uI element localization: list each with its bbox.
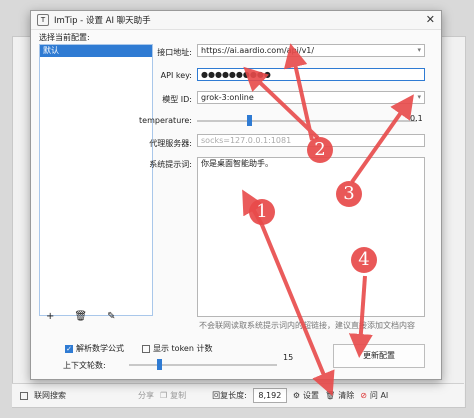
api-url-value: https://ai.aardio.com/api/v1/ — [201, 46, 315, 55]
show-tokens-checkbox[interactable] — [142, 344, 150, 353]
trash-icon[interactable]: 🗑 — [74, 311, 87, 322]
context-rounds-slider-thumb[interactable] — [157, 359, 162, 370]
share-label: 分享 — [138, 391, 154, 400]
system-prompt-textarea[interactable]: 你是桌面智能助手。 — [197, 157, 425, 317]
annotation-marker-4: 4 — [351, 247, 377, 273]
ask-ai-label: 问 AI — [369, 391, 389, 400]
parse-math-checkbox[interactable]: ✓ — [65, 344, 73, 353]
list-tools: + 🗑 ✎ — [46, 311, 135, 322]
api-key-input[interactable]: ●●●●●●●●●● — [197, 68, 425, 81]
clear-button[interactable]: 🗑 清除 — [325, 390, 354, 401]
select-config-label: 选择当前配置: — [39, 33, 90, 42]
context-rounds-label: 上下文轮数: — [63, 361, 106, 370]
annotation-marker-2: 2 — [307, 137, 333, 163]
prompt-hint: 不会联网读取系统提示词内的超链接，建议直接添加文档内容 — [199, 321, 415, 330]
temperature-value: 0.1 — [410, 114, 423, 123]
annotation-marker-3: 3 — [336, 181, 362, 207]
web-search-checkbox[interactable] — [20, 391, 28, 400]
copy-icon: ❐ — [160, 391, 168, 400]
parse-math-label: 解析数学公式 — [76, 344, 124, 353]
config-list[interactable]: 默认 — [39, 44, 153, 316]
ask-ai-button[interactable]: ⊘ 问 AI — [360, 390, 388, 401]
web-search-toggle[interactable]: 联网搜索 — [20, 390, 66, 401]
context-rounds-value: 15 — [283, 353, 294, 362]
api-url-label: 接口地址: — [157, 48, 192, 57]
copy-button[interactable]: ❐ 复制 — [160, 390, 186, 401]
api-key-label: API key: — [160, 71, 192, 80]
clear-label: 清除 — [338, 391, 355, 400]
settings-button[interactable]: ⚙ 设置 — [293, 390, 319, 401]
bottom-toolbar: 联网搜索 分享 ❐ 复制 回复长度: 8,192 ⚙ 设置 🗑 清除 ⊘ 问 AI — [12, 383, 464, 407]
dialog-title: ImTip - 设置 AI 聊天助手 — [54, 16, 151, 26]
update-config-button[interactable]: 更新配置 — [333, 344, 425, 368]
close-icon[interactable]: ✕ — [426, 13, 435, 26]
gear-icon: ⚙ — [292, 391, 301, 400]
share-button[interactable]: 分享 — [138, 390, 154, 401]
trash-icon: 🗑 — [325, 391, 336, 400]
api-url-input[interactable]: https://ai.aardio.com/api/v1/ ▾ — [197, 44, 425, 57]
temperature-slider-thumb[interactable] — [247, 115, 252, 126]
chevron-down-icon[interactable]: ▾ — [417, 45, 421, 56]
proxy-label: 代理服务器: — [149, 139, 192, 148]
settings-dialog: T ImTip - 设置 AI 聊天助手 ✕ 选择当前配置: 默认 + 🗑 ✎ 接口… — [30, 10, 442, 380]
web-search-label: 联网搜索 — [34, 391, 66, 400]
annotation-marker-1: 1 — [249, 199, 275, 225]
context-rounds-slider[interactable] — [129, 359, 277, 370]
edit-icon[interactable]: ✎ — [107, 311, 115, 322]
dialog-titlebar: T ImTip - 设置 AI 聊天助手 — [31, 11, 441, 30]
reply-length-label: 回复长度: — [212, 391, 247, 400]
model-id-value: grok-3:online — [201, 93, 254, 102]
model-id-select[interactable]: grok-3:online ▾ — [197, 91, 425, 104]
stop-icon: ⊘ — [360, 391, 367, 400]
system-prompt-label: 系统提示词: — [149, 160, 192, 169]
chevron-down-icon[interactable]: ▾ — [417, 92, 421, 103]
app-icon: T — [37, 14, 49, 26]
show-tokens-toggle[interactable]: 显示 token 计数 — [142, 343, 212, 354]
reply-length-input[interactable]: 8,192 — [252, 388, 287, 403]
model-id-label: 模型 ID: — [162, 95, 192, 104]
temperature-label: temperature: — [139, 116, 192, 125]
show-tokens-label: 显示 token 计数 — [153, 344, 213, 353]
temperature-slider[interactable] — [197, 115, 417, 126]
copy-label: 复制 — [170, 391, 187, 400]
plus-icon[interactable]: + — [46, 311, 54, 322]
parse-math-toggle[interactable]: ✓ 解析数学公式 — [65, 343, 124, 354]
settings-label: 设置 — [303, 391, 320, 400]
